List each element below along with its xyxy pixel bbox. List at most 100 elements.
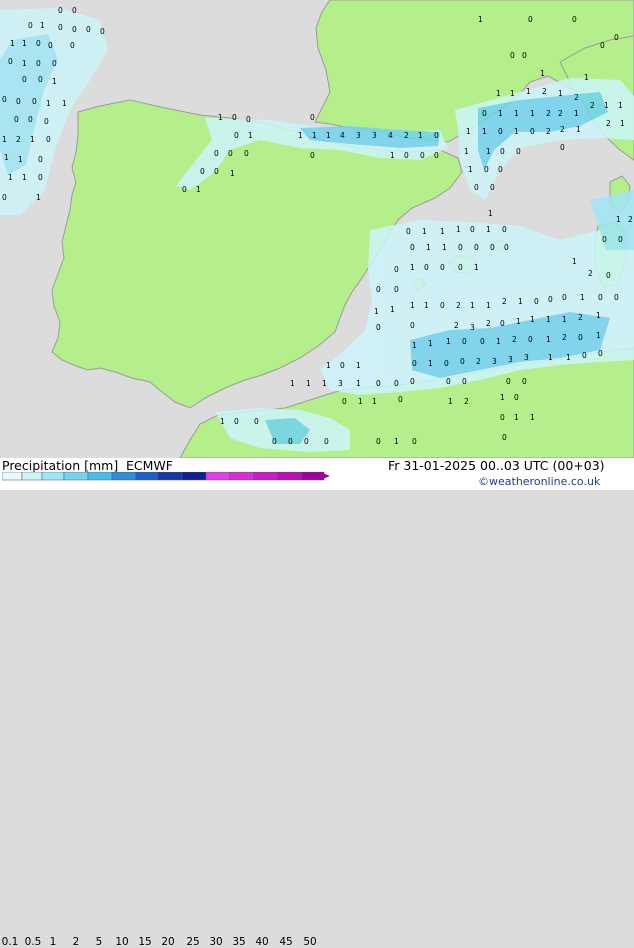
legend-swatch [41,472,65,481]
rain-figure-label: 1 [580,293,585,302]
rain-figure-label: 0 [410,243,415,252]
legend-label-0.5: 0.5 [24,936,42,948]
rain-figure-label: 0 [2,193,7,202]
rain-figure-label: 0 [420,151,425,160]
legend-label-2: 2 [72,936,80,948]
rain-figure-label: 1 [486,225,491,234]
rain-figure-label: 0 [16,97,21,106]
rain-figure-label: 1 [22,59,27,68]
rain-figure-label: 0 [504,243,509,252]
rain-figure-label: 1 [530,315,535,324]
rain-figure-label: 1 [546,335,551,344]
rain-figure-label: 1 [322,379,327,388]
rain-figure-label: 0 [598,293,603,302]
rain-figure-label: 0 [324,437,329,446]
rain-figure-label: 0 [376,437,381,446]
rain-figure-label: 0 [534,297,539,306]
legend-label-40: 40 [255,936,269,948]
rain-figure-label: 4 [340,131,345,140]
rain-figure-label: 0 [244,149,249,158]
rain-figure-label: 0 [38,75,43,84]
rain-figure-label: 2 [578,313,583,322]
rain-figure-label: 1 [526,87,531,96]
rain-figure-label: 0 [340,361,345,370]
rain-figure-label: 1 [218,113,223,122]
legend-swatch [2,472,23,481]
rain-figure-label: 2 [464,397,469,406]
rain-figure-label: 0 [578,333,583,342]
legend-swatch [157,472,183,481]
rain-figure-label: 1 [326,131,331,140]
rain-figure-label: 1 [428,339,433,348]
legend-swatch [111,472,137,481]
legend-swatch [63,472,89,481]
rain-figure-label: 0 [500,319,505,328]
rain-figure-label: 0 [528,15,533,24]
rain-figure-label: 0 [562,293,567,302]
rain-figure-label: 0 [46,135,51,144]
rain-figure-label: 1 [426,243,431,252]
rain-figure-label: 1 [500,393,505,402]
rain-figure-label: 0 [530,127,535,136]
rain-figure-label: 2 [16,135,21,144]
rain-figure-label: 0 [52,59,57,68]
rain-figure-label: 2 [628,215,633,224]
rain-figure-label: 0 [522,377,527,386]
rain-figure-label: 0 [100,27,105,36]
legend-swatch [87,472,113,481]
rain-figure-label: 0 [480,337,485,346]
rain-figure-label: 2 [560,125,565,134]
rain-figure-label: 1 [372,397,377,406]
rain-figure-label: 0 [58,23,63,32]
rain-figure-label: 0 [58,6,63,15]
rain-figure-label: 0 [424,263,429,272]
rain-figure-label: 1 [558,89,563,98]
legend-label-30: 30 [209,936,223,948]
rain-figure-label: 0 [2,95,7,104]
rain-figure-label: 0 [410,321,415,330]
rain-figure-label: 1 [62,99,67,108]
rain-figure-label: 1 [424,301,429,310]
rain-figure-label: 0 [434,151,439,160]
rain-figure-label: 0 [398,395,403,404]
rain-figure-label: 0 [614,33,619,42]
rain-figure-label: 1 [618,101,623,110]
rain-figure-label: 0 [528,335,533,344]
forecast-datetime: Fr 31-01-2025 00..03 UTC (00+03) [388,458,605,473]
rain-figure-label: 0 [404,151,409,160]
legend-label-15: 15 [138,936,152,948]
rain-figure-label: 1 [596,331,601,340]
rain-figure-label: 1 [478,15,483,24]
rain-figure-label: 1 [442,243,447,252]
rain-figure-label: 0 [28,115,33,124]
legend-label-50: 50 [303,936,317,948]
rain-figure-label: 0 [234,417,239,426]
rain-figure-label: 0 [14,115,19,124]
rain-figure-label: 3 [356,131,361,140]
rain-figure-label: 0 [600,41,605,50]
rain-figure-label: 1 [466,127,471,136]
model-name: ECMWF [126,458,173,473]
rain-figure-label: 0 [44,117,49,126]
rain-figure-label: 0 [394,379,399,388]
rain-figure-label: 0 [288,437,293,446]
legend-swatch [135,472,159,481]
rain-figure-label: 2 [486,319,491,328]
rain-figure-label: 1 [2,135,7,144]
rain-figure-label: 0 [618,235,623,244]
rain-figure-label: 1 [464,147,469,156]
rain-figure-label: 1 [514,109,519,118]
rain-figure-label: 2 [404,131,409,140]
rain-figure-label: 0 [412,437,417,446]
rain-figure-label: 1 [326,361,331,370]
rain-figure-label: 2 [476,357,481,366]
rain-figure-label: 1 [390,151,395,160]
rain-figure-label: 1 [356,379,361,388]
rain-figure-label: 0 [36,59,41,68]
rain-figure-label: 0 [462,337,467,346]
map-footer: Precipitation [mm] ECMWF Fr 31-01-2025 0… [0,458,634,947]
rain-figure-label: 3 [492,357,497,366]
rain-figure-label: 1 [394,437,399,446]
legend-label-1: 1 [49,936,57,948]
legend-swatch [229,472,255,481]
